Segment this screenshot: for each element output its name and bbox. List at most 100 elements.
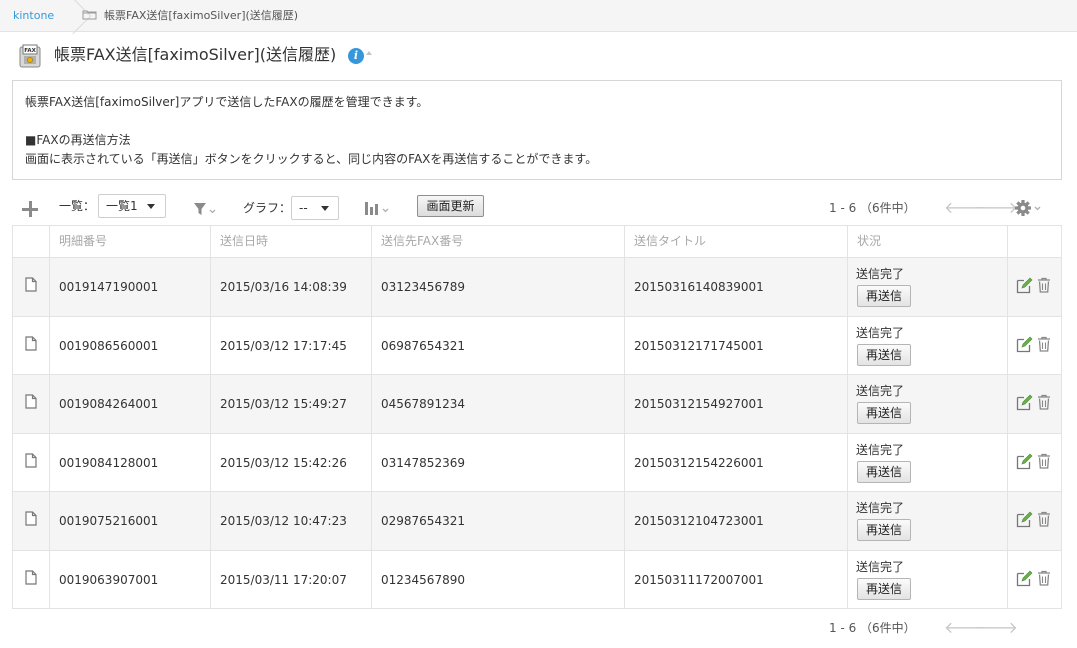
next-page-arrow-icon[interactable]: 🡒 <box>975 200 1018 216</box>
record-fax-number: 02987654321 <box>381 514 465 528</box>
edit-icon[interactable] <box>1016 453 1033 470</box>
cell-actions <box>1008 551 1061 608</box>
refresh-button[interactable]: 画面更新 <box>417 195 484 217</box>
trash-icon[interactable] <box>1037 453 1051 469</box>
cell-status: 送信完了 再送信 <box>848 258 1008 316</box>
record-id: 0019084264001 <box>59 397 159 411</box>
table-row: 0019147190001 2015/03/16 14:08:39 03123456… <box>13 258 1061 317</box>
document-icon[interactable] <box>25 453 37 468</box>
document-icon[interactable] <box>25 336 37 351</box>
cell-id: 0019147190001 <box>50 258 211 316</box>
cell-datetime: 2015/03/12 15:49:27 <box>211 375 372 433</box>
detail-cell <box>13 551 50 608</box>
app-folder-icon <box>82 10 97 20</box>
record-datetime: 2015/03/11 17:20:07 <box>220 572 347 587</box>
cell-status: 送信完了 再送信 <box>848 434 1008 491</box>
add-record-button[interactable] <box>20 199 40 219</box>
view-select[interactable]: 一覧1 <box>98 194 166 218</box>
filter-icon[interactable] <box>193 202 219 216</box>
cell-datetime: 2015/03/12 17:17:45 <box>211 317 372 374</box>
resend-button[interactable]: 再送信 <box>857 285 911 307</box>
resend-button[interactable]: 再送信 <box>857 519 911 541</box>
trash-icon[interactable] <box>1037 394 1051 410</box>
pagination-count: 1 - 6 （6件中） <box>829 621 916 635</box>
edit-icon[interactable] <box>1016 336 1033 353</box>
record-fax-number: 06987654321 <box>381 338 465 353</box>
chevron-down-icon <box>147 204 155 209</box>
breadcrumb-app-link[interactable]: 帳票FAX送信[faximoSilver](送信履歴) <box>104 0 298 31</box>
cell-fax: 04567891234 <box>372 375 625 433</box>
graph-select-value: -- <box>299 201 308 215</box>
detail-cell <box>13 492 50 550</box>
trash-icon[interactable] <box>1037 336 1051 352</box>
status-text: 送信完了 <box>856 443 905 457</box>
cell-id: 0019075216001 <box>50 492 211 550</box>
edit-icon[interactable] <box>1016 394 1033 411</box>
cell-id: 0019086560001 <box>50 317 211 374</box>
document-icon[interactable] <box>25 277 37 292</box>
record-datetime: 2015/03/12 17:17:45 <box>220 338 347 353</box>
cell-fax: 03123456789 <box>372 258 625 316</box>
bar-chart-icon[interactable] <box>363 199 391 217</box>
graph-label: グラフ： <box>243 201 292 215</box>
chevron-down-icon <box>321 206 329 211</box>
record-fax-number: 03123456789 <box>381 280 465 294</box>
gear-icon[interactable] <box>1014 198 1042 218</box>
record-id: 0019084128001 <box>59 455 159 470</box>
info-icon[interactable]: i <box>348 48 364 64</box>
cell-actions <box>1008 317 1061 374</box>
svg-text:FAX: FAX <box>24 48 36 54</box>
trash-icon[interactable] <box>1037 511 1051 527</box>
record-title: 20150312154226001 <box>634 455 764 470</box>
document-icon[interactable] <box>25 511 37 526</box>
resend-button[interactable]: 再送信 <box>857 578 911 600</box>
page-title: 帳票FAX送信[faximoSilver](送信履歴) <box>54 45 337 64</box>
resend-button[interactable]: 再送信 <box>857 344 911 366</box>
status-text: 送信完了 <box>856 501 905 515</box>
cell-actions <box>1008 434 1061 491</box>
column-header-datetime[interactable]: 送信日時 <box>211 226 372 257</box>
column-header-blank <box>13 226 50 257</box>
caret-up-icon[interactable] <box>366 51 372 55</box>
status-text: 送信完了 <box>856 267 905 281</box>
record-title: 20150312104723001 <box>634 514 764 528</box>
next-page-arrow-icon[interactable]: 🡒 <box>975 620 1018 636</box>
cell-status: 送信完了 再送信 <box>848 375 1008 433</box>
cell-id: 0019084264001 <box>50 375 211 433</box>
cell-id: 0019063907001 <box>50 551 211 608</box>
column-header-fax[interactable]: 送信先FAX番号 <box>372 226 625 257</box>
edit-icon[interactable] <box>1016 511 1033 528</box>
graph-select[interactable]: -- <box>291 196 339 220</box>
trash-icon[interactable] <box>1037 570 1051 586</box>
status-text: 送信完了 <box>856 384 905 398</box>
record-fax-number: 01234567890 <box>381 572 465 587</box>
view-select-value: 一覧1 <box>106 199 138 213</box>
description-line: ■FAXの再送信方法 <box>25 133 131 147</box>
table-row: 0019086560001 2015/03/12 17:17:45 06987654… <box>13 317 1061 375</box>
trash-icon[interactable] <box>1037 277 1051 293</box>
edit-icon[interactable] <box>1016 570 1033 587</box>
cell-datetime: 2015/03/12 15:42:26 <box>211 434 372 491</box>
status-text: 送信完了 <box>856 326 905 340</box>
column-header-title[interactable]: 送信タイトル <box>625 226 848 257</box>
edit-icon[interactable] <box>1016 277 1033 294</box>
cell-status: 送信完了 再送信 <box>848 551 1008 608</box>
resend-button[interactable]: 再送信 <box>857 402 911 424</box>
document-icon[interactable] <box>25 394 37 409</box>
record-fax-number: 03147852369 <box>381 455 465 470</box>
column-header-status[interactable]: 状況 <box>848 226 1008 257</box>
cell-status: 送信完了 再送信 <box>848 317 1008 374</box>
cell-id: 0019084128001 <box>50 434 211 491</box>
record-title: 20150316140839001 <box>634 280 764 294</box>
table-header: 明細番号 送信日時 送信先FAX番号 送信タイトル 状況 <box>13 226 1061 258</box>
column-header-id[interactable]: 明細番号 <box>50 226 211 257</box>
record-id: 0019075216001 <box>59 514 159 528</box>
resend-button[interactable]: 再送信 <box>857 461 911 483</box>
document-icon[interactable] <box>25 570 37 585</box>
records-table: 明細番号 送信日時 送信先FAX番号 送信タイトル 状況 00191471900… <box>12 225 1062 609</box>
record-datetime: 2015/03/12 10:47:23 <box>220 514 347 528</box>
fax-icon: FAX <box>19 44 41 68</box>
view-label: 一覧： <box>59 199 96 213</box>
detail-cell <box>13 317 50 374</box>
detail-cell <box>13 434 50 491</box>
